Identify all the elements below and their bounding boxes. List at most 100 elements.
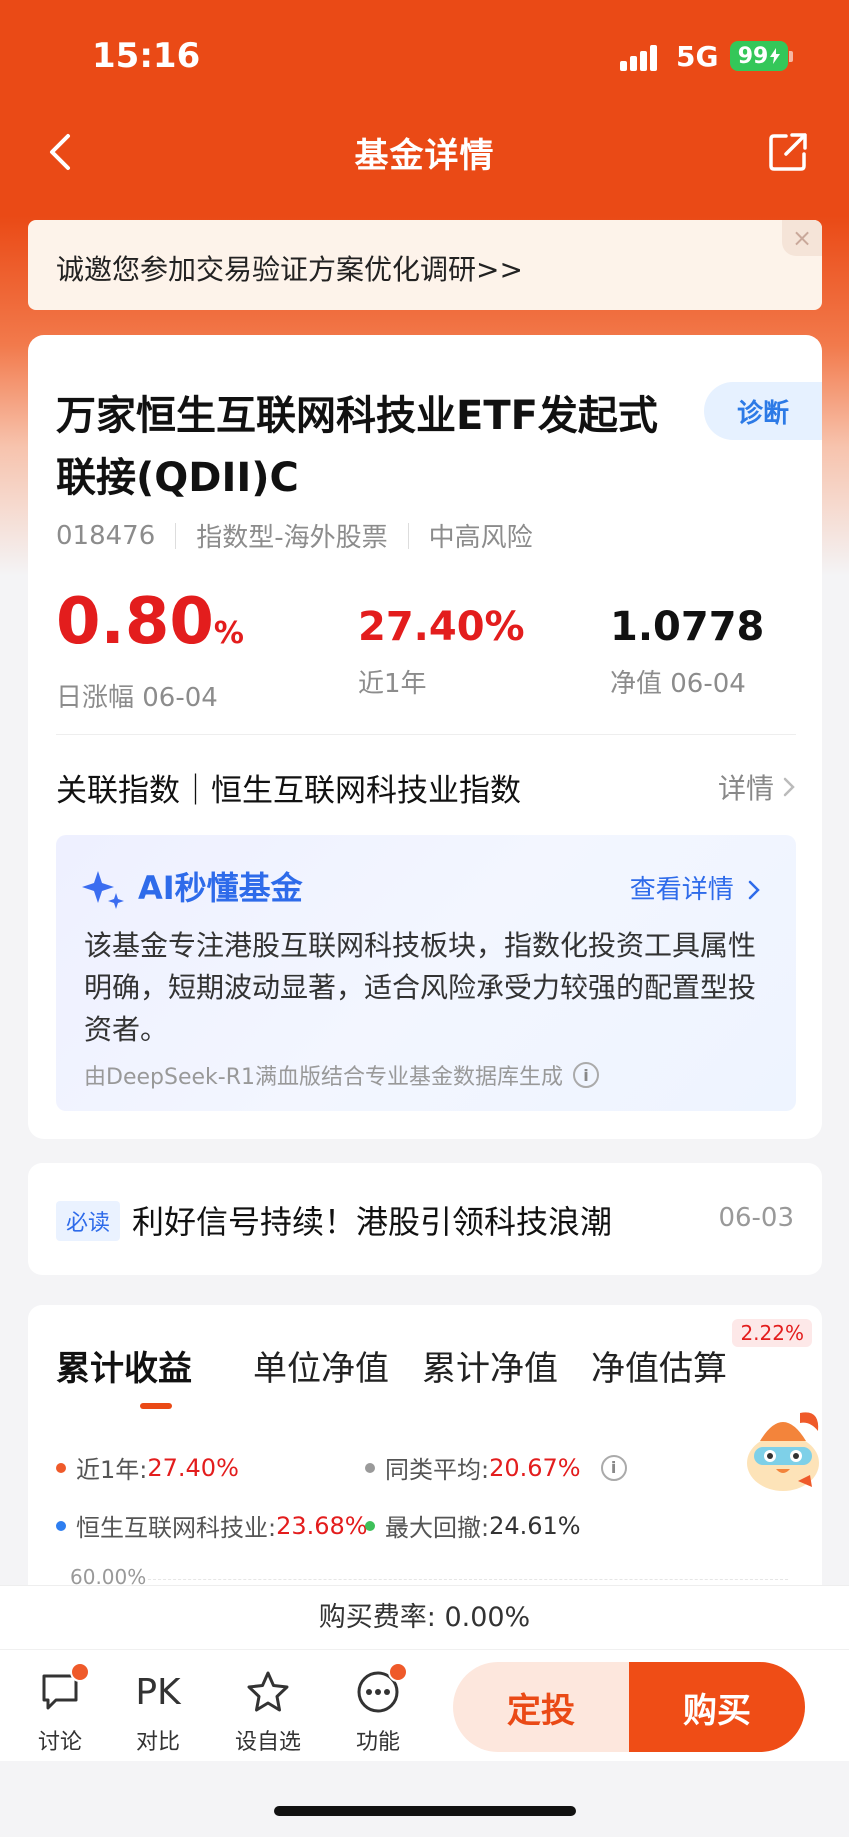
purchase-fee-bar: 购买费率: 0.00%: [0, 1585, 849, 1649]
fund-type: 指数型-海外股票: [196, 523, 388, 553]
watchlist-icon-wrap: [228, 1666, 308, 1718]
news-card[interactable]: 必读 利好信号持续！港股引领科技浪潮 06-03: [28, 1163, 822, 1275]
sparkle-icon: [82, 871, 124, 909]
network-label: 5G: [676, 40, 719, 73]
news-date: 06-03: [718, 1203, 794, 1233]
nav-label: 净值 06-04: [610, 669, 746, 699]
tab-cumulative-return[interactable]: 累计收益: [56, 1341, 192, 1390]
legend-item-one-year: 近1年: 27.40%: [56, 1450, 239, 1485]
legend-label: 恒生互联网科技业:: [76, 1514, 277, 1542]
status-time: 15:16: [92, 36, 201, 76]
chart-gridline: [148, 1579, 788, 1580]
battery-cap: [789, 51, 793, 62]
tab-unit-nav[interactable]: 单位净值: [253, 1341, 389, 1390]
chevron-right-icon: [748, 880, 760, 900]
one-year-label: 近1年: [358, 669, 427, 699]
legend-dot: [365, 1520, 375, 1531]
purchase-actions: 定投 购买: [453, 1662, 805, 1752]
fund-risk: 中高风险: [428, 523, 533, 553]
nav-metric: 1.0778 净值 06-04: [610, 597, 764, 700]
buy-button[interactable]: 购买: [629, 1662, 805, 1752]
fund-summary-card: 万家恒生互联网科技业ETF发起式联接(QDII)C 诊断 018476 指数型-…: [28, 335, 822, 1139]
legend-item-peer-average: 同类平均: 20.67% i: [365, 1450, 627, 1485]
ai-source-text: 由DeepSeek-R1满血版结合专业基金数据库生成: [84, 1065, 563, 1090]
functions-label: 功能: [355, 1730, 400, 1755]
nav-value: 1.0778: [610, 604, 765, 650]
battery-level: 99: [737, 43, 769, 69]
legend-label: 近1年:: [76, 1456, 148, 1484]
estimate-badge: 2.22%: [732, 1319, 812, 1347]
chart-tabs: 累计收益 单位净值 累计净值 净值估算 2.22%: [56, 1319, 816, 1421]
tab-nav-estimate[interactable]: 净值估算: [591, 1341, 727, 1390]
ai-view-details-label: 查看详情: [629, 875, 734, 905]
survey-link[interactable]: 诚邀您参加交易验证方案优化调研>>: [56, 248, 523, 288]
fund-meta: 018476 指数型-海外股票 中高风险: [56, 517, 533, 554]
ai-summary-box[interactable]: AI秒懂基金 查看详情 该基金专注港股互联网科技板块，指数化投资工具属性明确，短…: [56, 835, 796, 1111]
discuss-icon-wrap: [20, 1662, 100, 1718]
discuss-button[interactable]: 讨论: [20, 1662, 100, 1756]
related-index-detail[interactable]: 详情: [718, 767, 796, 807]
home-indicator-area: [0, 1761, 849, 1837]
legend-dot: [56, 1462, 66, 1473]
daily-change-metric: 0.80% 日涨幅 06-04: [56, 585, 244, 714]
daily-change-unit: %: [213, 616, 244, 651]
star-icon: [247, 1671, 289, 1712]
add-watchlist-button[interactable]: 设自选: [228, 1666, 308, 1756]
info-icon[interactable]: i: [600, 1454, 627, 1481]
signal-icon: [620, 45, 664, 71]
status-bar: 15:16 5G 99: [0, 0, 849, 110]
legend-value: 23.68%: [276, 1511, 368, 1540]
related-index-row[interactable]: 关联指数｜恒生互联网科技业指数 详情: [56, 755, 796, 815]
fund-name: 万家恒生互联网科技业ETF发起式联接(QDII)C: [56, 393, 658, 501]
tab-cumulative-nav[interactable]: 累计净值: [422, 1341, 558, 1390]
bottom-toolbar: 讨论 PK 对比 设自选 功能 定投 购买: [0, 1649, 849, 1761]
chevron-right-icon: [783, 777, 795, 797]
legend-value: 24.61%: [489, 1511, 581, 1540]
notification-dot: [388, 1662, 408, 1682]
home-indicator[interactable]: [274, 1806, 576, 1816]
discuss-label: 讨论: [37, 1730, 82, 1755]
fund-code: 018476: [56, 520, 156, 551]
news-tag: 必读: [56, 1201, 121, 1241]
related-index-label: 关联指数｜恒生互联网科技业指数: [56, 773, 521, 809]
legend-value: 20.67%: [489, 1453, 581, 1482]
legend-dot: [56, 1520, 66, 1531]
ai-view-details-link[interactable]: 查看详情: [630, 869, 760, 906]
legend-value: 27.40%: [147, 1453, 239, 1482]
page-title: 基金详情: [354, 136, 495, 176]
legend-dot: [365, 1462, 375, 1473]
ai-summary-body: 该基金专注港股互联网科技板块，指数化投资工具属性明确，短期波动显著，适合风险承受…: [84, 929, 757, 1046]
one-year-metric: 27.40% 近1年: [358, 597, 525, 700]
legend-item-max-drawdown: 最大回撤: 24.61%: [365, 1508, 581, 1543]
pk-icon: PK: [135, 1671, 181, 1713]
compare-icon-wrap: PK: [118, 1666, 198, 1718]
nav-bar: 基金详情: [0, 120, 849, 184]
meta-divider: [175, 522, 177, 549]
legend-label: 同类平均:: [385, 1456, 490, 1484]
close-icon[interactable]: ×: [782, 220, 822, 256]
functions-icon-wrap: [338, 1662, 418, 1718]
daily-change-value: 0.80: [56, 585, 214, 659]
notification-dot: [70, 1662, 90, 1682]
one-year-return: 27.40%: [358, 604, 525, 650]
watchlist-label: 设自选: [234, 1730, 301, 1755]
battery-icon: 99: [730, 41, 788, 71]
survey-banner[interactable]: 诚邀您参加交易验证方案优化调研>> ×: [28, 220, 822, 310]
compare-button[interactable]: PK 对比: [118, 1666, 198, 1756]
detail-label: 详情: [717, 772, 774, 805]
functions-button[interactable]: 功能: [338, 1662, 418, 1756]
legend-item-index[interactable]: 恒生互联网科技业: 23.68%: [56, 1508, 408, 1543]
performance-card: 累计收益 单位净值 累计净值 净值估算 2.22% 近1年: 27.40% 同类平…: [28, 1305, 822, 1615]
meta-divider: [407, 522, 409, 549]
charging-icon: [770, 48, 781, 64]
legend-label: 最大回撤:: [385, 1514, 490, 1542]
news-title[interactable]: 利好信号持续！港股引领科技浪潮: [132, 1197, 612, 1243]
ai-summary-source: 由DeepSeek-R1满血版结合专业基金数据库生成 i: [84, 1059, 599, 1091]
sip-button[interactable]: 定投: [453, 1662, 629, 1752]
share-icon[interactable]: [766, 130, 810, 174]
active-tab-indicator: [140, 1403, 172, 1409]
mascot-icon[interactable]: [740, 1405, 826, 1495]
daily-change-label: 日涨幅 06-04: [56, 683, 218, 713]
info-icon[interactable]: i: [572, 1062, 599, 1088]
diagnose-button[interactable]: 诊断: [704, 382, 822, 440]
